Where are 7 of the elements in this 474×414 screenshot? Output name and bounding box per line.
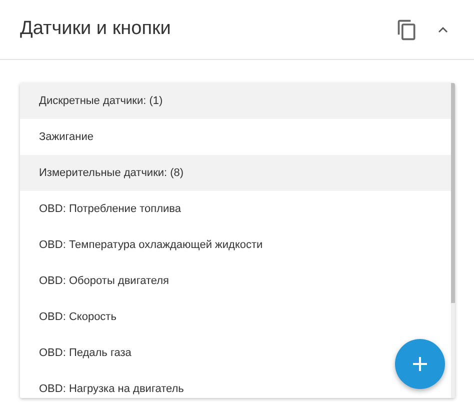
scrollbar-thumb[interactable] [451,83,455,303]
plus-icon [412,356,428,372]
group-header[interactable]: Измерительные датчики: (8) [20,155,451,191]
panel-title: Датчики и кнопки [20,17,171,42]
group-header[interactable]: Дискретные датчики: (1) [20,83,451,119]
copy-icon[interactable] [396,18,418,40]
list-item[interactable]: OBD: Нагрузка на двигатель [20,371,451,398]
